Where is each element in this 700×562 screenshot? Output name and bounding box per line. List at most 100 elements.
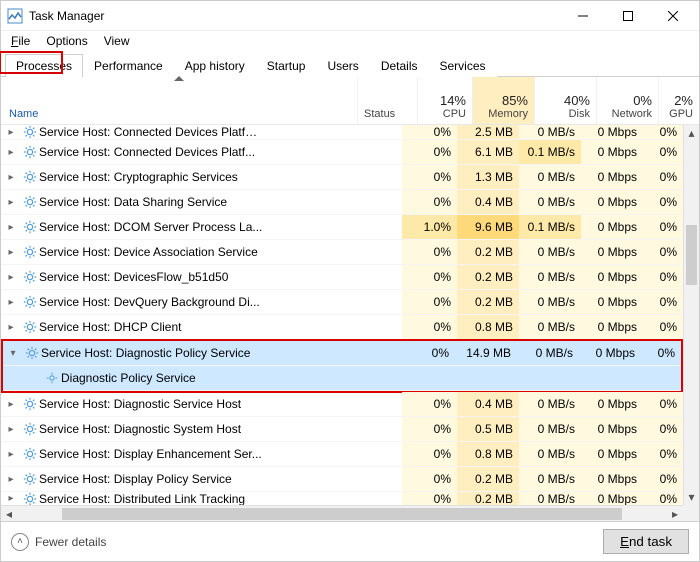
process-name: Service Host: Display Policy Service [39, 467, 342, 491]
expand-toggle[interactable]: ▸ [1, 492, 21, 505]
network-value: 0 Mbps [581, 392, 643, 416]
memory-value: 0.5 MB [457, 417, 519, 441]
col-status[interactable]: Status [358, 77, 418, 124]
table-row[interactable]: ▸ Service Host: DCOM Server Process La...… [1, 215, 683, 240]
gear-icon [23, 341, 41, 365]
gear-icon [21, 140, 39, 164]
menu-options[interactable]: Options [40, 34, 93, 48]
table-row[interactable]: ▸ Service Host: DevicesFlow_b51d50 0% 0.2 M… [1, 265, 683, 290]
process-status [342, 442, 402, 466]
scroll-up-button[interactable]: ▴ [684, 125, 699, 141]
process-name: Service Host: Distributed Link Tracking [39, 492, 342, 505]
tab-services[interactable]: Services [429, 54, 497, 77]
process-status [342, 140, 402, 164]
scroll-right-button[interactable]: ▸ [667, 507, 683, 521]
process-status [342, 190, 402, 214]
cpu-value: 0% [402, 290, 457, 314]
process-status [340, 341, 400, 365]
col-memory[interactable]: 85% Memory [473, 77, 535, 124]
col-network[interactable]: 0% Network [597, 77, 659, 124]
table-row[interactable]: ▸Service Host: Display Enhancement Ser..… [1, 442, 683, 467]
tab-app-history[interactable]: App history [174, 54, 256, 77]
maximize-button[interactable] [605, 1, 650, 30]
tab-processes[interactable]: Processes [5, 54, 83, 77]
memory-value: 0.2 MB [457, 290, 519, 314]
titlebar: Task Manager [1, 1, 699, 31]
app-icon [7, 8, 23, 24]
memory-value: 6.1 MB [457, 140, 519, 164]
table-row[interactable]: ▸Service Host: Device Association Servic… [1, 240, 683, 265]
scroll-left-button[interactable]: ◂ [1, 507, 17, 521]
horizontal-scrollbar[interactable]: ◂ ▸ [1, 505, 683, 521]
tab-performance[interactable]: Performance [83, 54, 174, 77]
tab-users[interactable]: Users [316, 54, 369, 77]
tab-details[interactable]: Details [370, 54, 429, 77]
disk-value: 0 MB/s [517, 341, 579, 365]
table-row[interactable]: ▸ Service Host: Display Policy Service 0% 0… [1, 467, 683, 492]
col-cpu[interactable]: 14% CPU [418, 77, 473, 124]
process-status [342, 215, 402, 239]
gpu-value: 0% [643, 265, 683, 289]
network-value: 0 Mbps [581, 492, 643, 505]
table-row[interactable]: ▸ Service Host: Connected Devices Platf..… [1, 140, 683, 165]
window-title: Task Manager [29, 9, 560, 23]
gpu-value: 0% [643, 417, 683, 441]
table-row[interactable]: ▸Service Host: DHCP Client0%0.8 MB0 MB/s… [1, 315, 683, 340]
table-row[interactable]: ▸Service Host: Data Sharing Service0%0.4… [1, 190, 683, 215]
process-status [342, 265, 402, 289]
scroll-down-button[interactable]: ▾ [684, 489, 699, 505]
expand-toggle[interactable]: ▸ [1, 467, 21, 491]
expand-toggle[interactable]: ▸ [1, 392, 21, 416]
disk-value: 0.1 MB/s [519, 140, 581, 164]
expand-toggle[interactable]: ▸ [1, 165, 21, 189]
table-row[interactable]: ▸Service Host: Cryptographic Services0%1… [1, 165, 683, 190]
gpu-value: 0% [643, 165, 683, 189]
col-name[interactable]: Name [1, 77, 358, 124]
expand-toggle[interactable]: ▸ [1, 417, 21, 441]
expand-toggle[interactable]: ▾ [3, 341, 23, 365]
expand-toggle[interactable]: ▸ [1, 442, 21, 466]
vertical-scrollbar[interactable]: ▴ ▾ [683, 125, 699, 505]
fewer-details-button[interactable]: ˄ Fewer details [11, 533, 106, 551]
minimize-button[interactable] [560, 1, 605, 30]
expand-toggle[interactable]: ▸ [1, 140, 21, 164]
table-row[interactable]: ▸Service Host: DevQuery Background Di...… [1, 290, 683, 315]
tab-startup[interactable]: Startup [256, 54, 317, 77]
process-name: Service Host: Diagnostic Policy Service [41, 341, 340, 365]
network-value: 0 Mbps [581, 190, 643, 214]
scroll-thumb-h[interactable] [62, 508, 622, 520]
expand-toggle[interactable]: ▸ [1, 290, 21, 314]
table-row[interactable]: ▸Service Host: Diagnostic System Host0%0… [1, 417, 683, 442]
table-row[interactable]: ▸ Service Host: Distributed Link Tracking… [1, 492, 683, 505]
table-row[interactable]: Diagnostic Policy Service [3, 366, 681, 391]
table-row[interactable]: ▸Service Host: Diagnostic Service Host0%… [1, 392, 683, 417]
cpu-value: 0% [402, 467, 457, 491]
end-task-button[interactable]: End task [603, 529, 689, 554]
disk-value: 0 MB/s [519, 492, 581, 505]
expand-toggle[interactable]: ▸ [1, 315, 21, 339]
close-button[interactable] [650, 1, 695, 30]
expand-toggle[interactable]: ▸ [1, 215, 21, 239]
memory-value: 14.9 MB [455, 341, 517, 365]
disk-value: 0 MB/s [519, 125, 581, 139]
process-name: Service Host: DCOM Server Process La... [39, 215, 342, 239]
process-name: Service Host: DevicesFlow_b51d50 [39, 265, 342, 289]
table-row[interactable]: ▸Service Host: Connected Devices Platf…0… [1, 125, 683, 140]
cpu-value: 0% [402, 417, 457, 441]
expand-toggle[interactable]: ▸ [1, 265, 21, 289]
gear-icon [21, 125, 39, 139]
col-disk[interactable]: 40% Disk [535, 77, 597, 124]
disk-value: 0 MB/s [519, 467, 581, 491]
expand-toggle[interactable]: ▸ [1, 240, 21, 264]
col-gpu[interactable]: 2% GPU [659, 77, 699, 124]
menu-file[interactable]: File [5, 34, 36, 48]
memory-value: 0.2 MB [457, 265, 519, 289]
scroll-thumb-v[interactable] [686, 225, 697, 285]
memory-value: 0.8 MB [457, 315, 519, 339]
table-row[interactable]: ▾ Service Host: Diagnostic Policy Service… [3, 341, 681, 366]
expand-toggle[interactable]: ▸ [1, 190, 21, 214]
cpu-value: 0% [402, 165, 457, 189]
expand-toggle[interactable]: ▸ [1, 125, 21, 139]
menu-view[interactable]: View [98, 34, 136, 48]
process-name: Service Host: Connected Devices Platf... [39, 140, 342, 164]
